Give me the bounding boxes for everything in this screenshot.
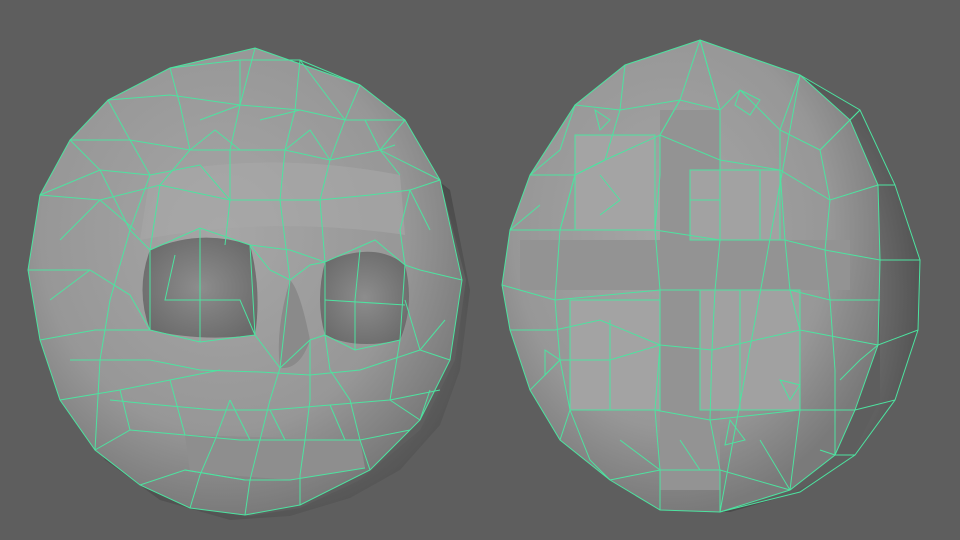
lower-left-panel xyxy=(570,300,660,410)
skull-face-mesh-object[interactable] xyxy=(27,47,470,520)
upper-left-panel xyxy=(575,135,655,230)
3d-viewport[interactable] xyxy=(0,0,960,540)
cross-panel-mesh-object[interactable] xyxy=(501,39,921,513)
cross-horizontal-bar xyxy=(520,240,850,290)
viewport-canvas[interactable] xyxy=(0,0,960,540)
right-eye-socket xyxy=(320,251,409,344)
upper-right-panel xyxy=(690,170,780,240)
